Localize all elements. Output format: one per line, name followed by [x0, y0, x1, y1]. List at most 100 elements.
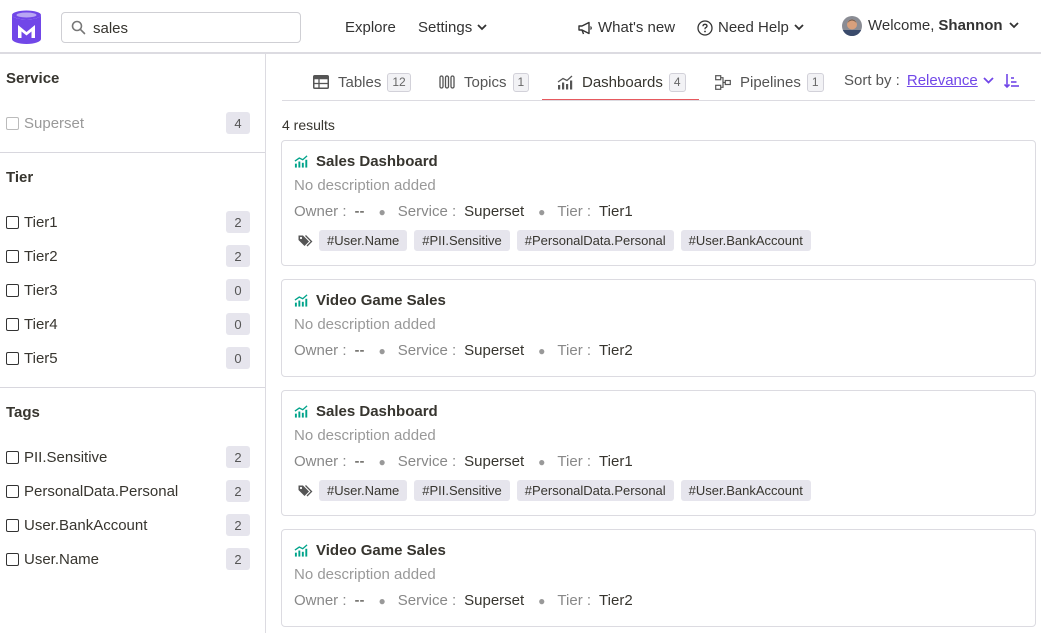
checkbox[interactable] — [6, 552, 19, 566]
settings-label: Settings — [418, 19, 473, 36]
tag-chip[interactable]: #User.BankAccount — [680, 480, 811, 501]
tag-chip[interactable]: #PersonalData.Personal — [516, 480, 674, 501]
card-title: Video Game Sales — [316, 542, 446, 559]
openmetadata-logo[interactable] — [11, 10, 42, 45]
divider — [0, 152, 265, 153]
tab-count: 4 — [668, 72, 686, 92]
checkbox[interactable] — [6, 518, 19, 532]
tab-count: 1 — [512, 72, 530, 92]
sort-by-value: Relevance — [906, 72, 978, 89]
tag-chip[interactable]: #User.Name — [319, 480, 408, 501]
search-result-card: Sales Dashboard No description added Own… — [281, 140, 1036, 266]
sort-order-icon[interactable] — [1004, 73, 1020, 89]
checkbox[interactable] — [6, 450, 19, 464]
tier-value: Tier2 — [599, 342, 633, 359]
checkbox[interactable] — [6, 215, 19, 229]
checkbox[interactable] — [6, 283, 19, 297]
card-meta: Owner : -- ● Service : Superset ● Tier :… — [294, 592, 633, 609]
user-menu[interactable]: Welcome, Shannon — [868, 17, 1019, 34]
tab-pipelines[interactable]: Pipelines 1 — [715, 72, 824, 92]
facet-count: 0 — [226, 347, 250, 369]
filter-tag-user-name[interactable]: User.Name 2 — [6, 548, 250, 570]
facet-label: Superset — [24, 114, 85, 132]
owner-label: Owner : — [294, 592, 347, 609]
filter-tag-personaldata-personal[interactable]: PersonalData.Personal 2 — [6, 480, 250, 502]
filter-service-superset[interactable]: Superset 4 — [6, 112, 250, 134]
filter-tag-user-bankaccount[interactable]: User.BankAccount 2 — [6, 514, 250, 536]
card-description: No description added — [294, 177, 436, 194]
tab-label: Topics — [464, 73, 507, 91]
tab-topics[interactable]: Topics 1 — [439, 72, 530, 92]
checkbox[interactable] — [6, 484, 19, 498]
card-title: Video Game Sales — [316, 292, 446, 309]
filter-tag-pii-sensitive[interactable]: PII.Sensitive 2 — [6, 446, 250, 468]
owner-label: Owner : — [294, 342, 347, 359]
facet-label: Tier4 — [24, 315, 58, 333]
sort-by-label: Sort by : — [844, 72, 900, 89]
dashboard-title-link[interactable]: Video Game Sales — [294, 542, 446, 559]
facet-count: 2 — [226, 480, 250, 502]
tabs-divider — [282, 100, 1035, 101]
filter-tier5[interactable]: Tier5 0 — [6, 347, 250, 369]
tier-label: Tier : — [557, 453, 592, 470]
search-input[interactable] — [93, 18, 293, 38]
separator-dot: ● — [378, 204, 386, 219]
facet-count: 2 — [226, 211, 250, 233]
tier-label: Tier : — [557, 203, 592, 220]
tier-value: Tier1 — [599, 453, 633, 470]
filter-tier1[interactable]: Tier1 2 — [6, 211, 250, 233]
tag-chip[interactable]: #PII.Sensitive — [414, 480, 510, 501]
chevron-down-icon — [794, 24, 804, 31]
service-label: Service : — [397, 342, 457, 359]
tag-chip[interactable]: #User.BankAccount — [680, 230, 811, 251]
avatar[interactable] — [842, 16, 862, 36]
explore-link[interactable]: Explore — [345, 19, 396, 36]
tab-dashboards[interactable]: Dashboards 4 — [557, 72, 686, 92]
tag-chip[interactable]: #PersonalData.Personal — [516, 230, 674, 251]
megaphone-icon — [578, 21, 592, 34]
card-description: No description added — [294, 316, 436, 333]
chevron-down-icon — [983, 77, 994, 84]
separator-dot: ● — [538, 343, 546, 358]
need-help-menu[interactable]: Need Help — [697, 19, 804, 36]
tab-tables[interactable]: Tables 12 — [313, 72, 411, 92]
card-tags: #User.Name #PII.Sensitive #PersonalData.… — [298, 230, 818, 251]
separator-dot: ● — [538, 593, 546, 608]
dashboard-icon — [294, 405, 308, 418]
dashboard-title-link[interactable]: Video Game Sales — [294, 292, 446, 309]
card-meta: Owner : -- ● Service : Superset ● Tier :… — [294, 203, 633, 220]
filter-tier4[interactable]: Tier4 0 — [6, 313, 250, 335]
facet-count: 4 — [226, 112, 250, 134]
user-name: Shannon — [938, 17, 1003, 34]
welcome-label: Welcome, — [868, 17, 935, 34]
pipeline-icon — [715, 74, 731, 90]
whats-new-label: What's new — [598, 19, 676, 36]
checkbox[interactable] — [6, 351, 19, 365]
search-result-card: Video Game Sales No description added Ow… — [281, 529, 1036, 627]
whats-new-link[interactable]: What's new — [577, 19, 675, 36]
checkbox[interactable] — [6, 317, 19, 331]
dashboard-title-link[interactable]: Sales Dashboard — [294, 153, 438, 170]
settings-menu[interactable]: Settings — [418, 19, 487, 36]
facet-label: User.BankAccount — [24, 516, 148, 534]
filter-tier2[interactable]: Tier2 2 — [6, 245, 250, 267]
service-value: Superset — [464, 203, 525, 220]
search-box[interactable] — [61, 12, 301, 43]
dashboard-title-link[interactable]: Sales Dashboard — [294, 403, 438, 420]
top-nav-bar: Explore Settings What's new Need Help We — [0, 0, 1041, 54]
sort-by-dropdown[interactable]: Sort by : Relevance — [844, 72, 994, 89]
tags-filter-title: Tags — [6, 404, 40, 421]
separator-dot: ● — [378, 593, 386, 608]
tab-count: 12 — [387, 72, 411, 92]
facet-count: 0 — [226, 279, 250, 301]
filter-tier3[interactable]: Tier3 0 — [6, 279, 250, 301]
divider — [0, 387, 265, 388]
checkbox[interactable] — [6, 249, 19, 263]
explore-label: Explore — [345, 19, 396, 36]
checkbox[interactable] — [6, 116, 19, 130]
facet-count: 2 — [226, 548, 250, 570]
dashboard-icon — [294, 155, 308, 168]
tag-chip[interactable]: #PII.Sensitive — [414, 230, 510, 251]
facet-label: Tier2 — [24, 247, 58, 265]
tag-chip[interactable]: #User.Name — [319, 230, 408, 251]
